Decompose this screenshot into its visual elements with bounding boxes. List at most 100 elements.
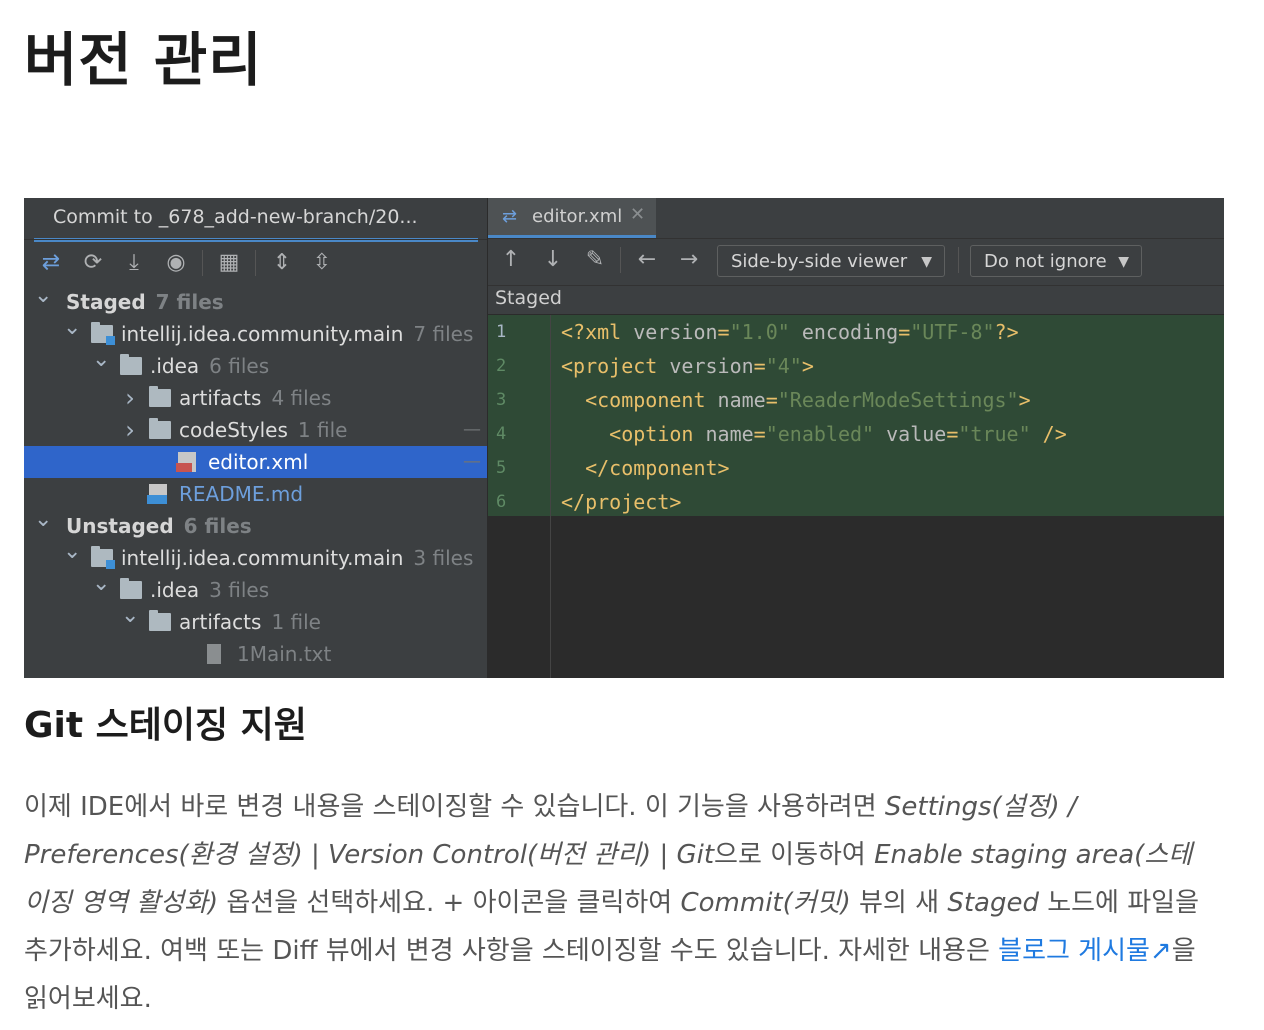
chevron-right-icon[interactable]: › <box>121 382 139 414</box>
xml-file-icon <box>176 452 196 472</box>
eye-icon[interactable]: ◉ <box>161 248 191 278</box>
diff-toolbar: ↑ ↓ ✎ ← → Side-by-side viewer ▼ Do not ig… <box>488 239 1224 286</box>
line-number: 4 <box>496 424 507 444</box>
markdown-file-icon <box>147 484 167 504</box>
file-count: 7 files <box>155 290 224 314</box>
module-icon <box>91 322 115 345</box>
folder-icon <box>149 418 171 439</box>
text-file-icon <box>207 644 221 664</box>
code-token: </project> <box>561 490 682 514</box>
section-title: Git 스테이징 지원 <box>24 705 307 746</box>
line-number: 5 <box>496 458 507 478</box>
tree-item-label: artifacts 4 files <box>179 382 331 414</box>
tree-row[interactable]: ⌄ Unstaged 6 files <box>24 507 487 542</box>
folder-icon <box>149 386 171 407</box>
code-token: value <box>874 422 947 446</box>
code-token: = <box>765 388 778 412</box>
git-diff-icon: ⇄ <box>502 206 518 227</box>
file-count: 3 files <box>209 578 270 602</box>
tree-row[interactable]: › codeStyles 1 file — <box>24 414 487 446</box>
code-token: <component <box>561 388 718 412</box>
code-line: </component> <box>561 451 730 485</box>
commit-tab[interactable]: Commit to _678_add-new-branch/20... <box>34 198 478 242</box>
tree-row[interactable]: ⌄ artifacts 1 file <box>24 603 487 638</box>
file-count: 1 file <box>271 610 321 634</box>
viewer-dropdown[interactable]: Side-by-side viewer ▼ <box>717 245 945 277</box>
unstage-marker[interactable]: — <box>463 446 481 478</box>
code-token: name <box>705 422 754 446</box>
tree-item-label: intellij.idea.community.main 3 files <box>121 542 473 574</box>
tree-row[interactable]: editor.xml — <box>24 446 487 478</box>
download-icon[interactable]: ⤓ <box>119 248 149 278</box>
text-span: 으로 이동하여 <box>714 840 875 870</box>
chevron-right-icon[interactable]: › <box>121 414 139 446</box>
file-count: 6 files <box>209 354 270 378</box>
tree-item-label: .idea 6 files <box>150 350 269 382</box>
arrow-right-icon[interactable]: → <box>674 245 704 275</box>
code-token: <option <box>561 422 706 446</box>
node-name: Staged <box>947 888 1039 918</box>
group-icon[interactable]: ▦ <box>214 248 244 278</box>
tree-row[interactable]: ⌄ .idea 3 files <box>24 571 487 606</box>
tree-item-label: intellij.idea.community.main 7 files <box>121 318 473 350</box>
commit-tab-label: Commit to _678_add-new-branch/20... <box>53 206 418 228</box>
tree-item-label: Staged 7 files <box>66 286 224 318</box>
text-span: 뷰의 새 <box>850 888 948 918</box>
blog-post-link[interactable]: 블로그 게시물↗ <box>998 936 1172 966</box>
ignore-dropdown[interactable]: Do not ignore ▼ <box>970 245 1142 277</box>
chevron-down-icon[interactable]: ⌄ <box>121 600 139 632</box>
code-token: encoding <box>789 320 899 344</box>
collapse-all-icon[interactable]: ⇳ <box>307 248 337 278</box>
chevron-down-icon[interactable]: ⌄ <box>34 280 52 312</box>
code-token: = <box>898 320 911 344</box>
edit-icon[interactable]: ✎ <box>580 245 610 275</box>
tree-item-label: README.md <box>179 478 303 510</box>
editor-tab[interactable]: ⇄ editor.xml ✕ <box>488 198 656 238</box>
arrow-left-icon[interactable]: ← <box>632 245 662 275</box>
tree-row[interactable]: 1Main.txt <box>24 638 487 670</box>
chevron-down-icon[interactable]: ⌄ <box>92 568 110 600</box>
editor-tabbar: ⇄ editor.xml ✕ <box>488 198 1224 239</box>
code-line: <?xml version="1.0" encoding="UTF-8"?> <box>561 315 1019 349</box>
commit-toolbar: ⇄ ⟳ ⤓ ◉ ▦ ⇕ ⇳ <box>24 242 487 282</box>
code-token: = <box>753 354 766 378</box>
unstage-marker[interactable]: — <box>463 414 481 446</box>
commit-panel: Commit to _678_add-new-branch/20... ⇄ ⟳ … <box>24 198 487 678</box>
code-token: "UTF-8" <box>910 320 995 344</box>
code-token: version <box>633 320 718 344</box>
folder-icon <box>120 354 142 375</box>
tree-item-label: .idea 3 files <box>150 574 269 606</box>
chevron-down-icon[interactable]: ⌄ <box>92 344 110 376</box>
refresh-icon[interactable]: ⟳ <box>78 248 108 278</box>
tree-item-name: codeStyles <box>179 418 288 442</box>
code-token: ?> <box>994 320 1019 344</box>
file-count: 7 files <box>413 322 474 346</box>
view-name: Commit(커밋) <box>680 888 851 918</box>
code-line: </project> <box>561 485 681 519</box>
arrow-down-icon[interactable]: ↓ <box>538 245 568 275</box>
tree-row[interactable]: ⌄ Staged 7 files <box>24 283 487 318</box>
text-span: 이제 IDE에서 바로 변경 내용을 스테이징할 수 있습니다. 이 기능을 사… <box>24 792 885 822</box>
tree-item-name: intellij.idea.community.main <box>121 322 404 346</box>
stage-icon[interactable]: ⇄ <box>36 248 66 278</box>
code-token: > <box>801 354 814 378</box>
code-token: "true" <box>958 422 1031 446</box>
chevron-down-icon[interactable]: ⌄ <box>34 504 52 536</box>
tree-item-label: artifacts 1 file <box>179 606 321 638</box>
file-count: 6 files <box>183 514 252 538</box>
chevron-down-icon[interactable]: ⌄ <box>63 312 81 344</box>
tree-row[interactable]: ⌄ .idea 6 files <box>24 347 487 382</box>
tree-row[interactable]: › artifacts 4 files <box>24 382 487 414</box>
close-icon[interactable]: ✕ <box>630 204 645 225</box>
chevron-down-icon[interactable]: ⌄ <box>63 536 81 568</box>
tree-item-label: codeStyles 1 file <box>179 414 347 446</box>
expand-all-icon[interactable]: ⇕ <box>267 248 297 278</box>
description-paragraph: 이제 IDE에서 바로 변경 내용을 스테이징할 수 있습니다. 이 기능을 사… <box>24 783 1214 1023</box>
staged-header: Staged <box>488 286 1224 314</box>
chevron-down-icon: ▼ <box>921 254 932 270</box>
tree-item-label: editor.xml <box>208 446 308 478</box>
tree-item-name: Staged <box>66 290 146 314</box>
tree-row[interactable]: README.md <box>24 478 487 510</box>
tree-item-name: Unstaged <box>66 514 174 538</box>
arrow-up-icon[interactable]: ↑ <box>496 245 526 275</box>
